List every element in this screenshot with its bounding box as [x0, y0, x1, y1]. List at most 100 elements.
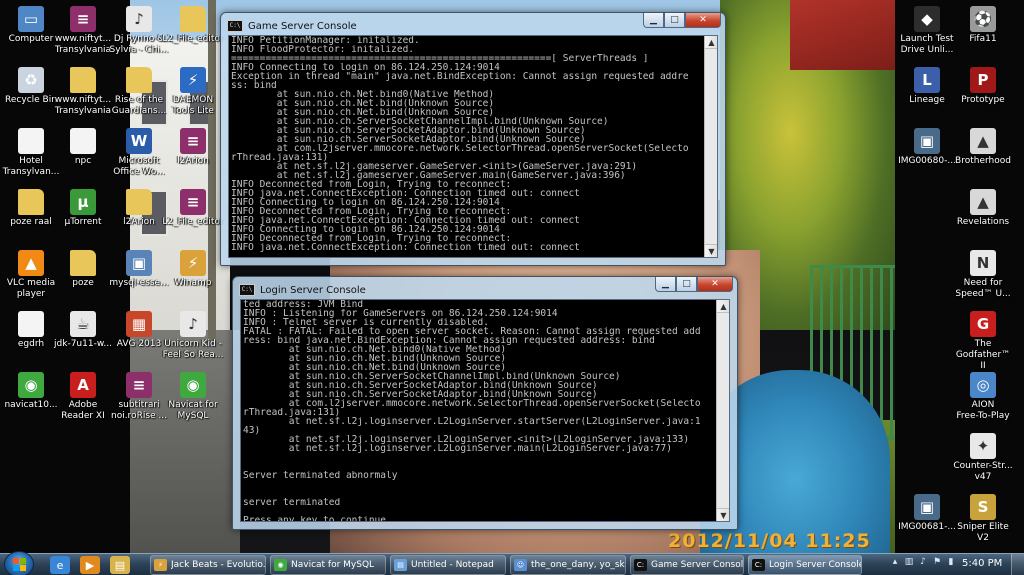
- navicat-icon: ◉: [274, 559, 287, 571]
- desktop-icon-label: Launch Test Drive Unli...: [900, 34, 954, 55]
- scroll-up-arrow-icon[interactable]: ▲: [717, 300, 729, 313]
- cmd-icon: C:: [634, 559, 647, 571]
- desktop-icon[interactable]: N Need for Speed™ U...: [952, 250, 1014, 300]
- desktop-icon[interactable]: ▲ Brotherhood: [952, 128, 1014, 167]
- desktop-icon[interactable]: ⚡ Winamp: [162, 250, 224, 289]
- shield-icon[interactable]: ⚑: [932, 557, 942, 571]
- desktop-icon[interactable]: ✦ Counter-Str... v47: [952, 433, 1014, 483]
- console-line: at net.sf.l2j.gameserver.GameServer.<ini…: [231, 162, 638, 171]
- desktop-icon[interactable]: ≡ L2_File_editor: [162, 189, 224, 228]
- desktop-icon[interactable]: A Adobe Reader XI: [52, 372, 114, 422]
- maximize-button[interactable]: □: [664, 13, 685, 28]
- console-line: INFO Connecting to login on 86.124.250.1…: [231, 225, 500, 234]
- windows-explorer-icon[interactable]: ▤: [110, 556, 130, 574]
- folder-icon: [70, 67, 96, 93]
- navicat-icon: ◉: [18, 372, 44, 398]
- desktop-icon[interactable]: ⚽ Fifa11: [952, 6, 1014, 45]
- assassins-creed-icon: ▲: [970, 189, 996, 215]
- taskbar-button[interactable]: C: Game Server Console: [630, 555, 744, 575]
- desktop-icon-label: www.niftyt... Transylvania: [54, 34, 112, 55]
- notepad-icon: ▤: [394, 559, 407, 571]
- close-button[interactable]: ✕: [697, 277, 733, 292]
- desktop-icon[interactable]: ♪ Unicorn Kid - Feel So Rea...: [162, 311, 224, 361]
- text-file-icon: [18, 128, 44, 154]
- taskbar-button-label: Game Server Console: [651, 560, 743, 570]
- desktop-icon[interactable]: ≡ subtitrari noi.roRise ...: [108, 372, 170, 422]
- power-icon[interactable]: ▮: [946, 557, 956, 571]
- taskbar-button[interactable]: ⚡ Jack Beats - Evolutio...: [150, 555, 266, 575]
- desktop-icon-label: L2_File_editor: [162, 34, 224, 44]
- volume-icon[interactable]: ▥: [904, 557, 914, 571]
- internet-explorer-icon[interactable]: e: [50, 556, 70, 574]
- cmd-icon: C:\: [227, 20, 243, 32]
- console-output[interactable]: ted address: JVM_Bind INFO : Listening fo…: [240, 299, 730, 522]
- desktop-icon[interactable]: Rise of the Guardians...: [108, 67, 170, 117]
- windows-media-player-icon[interactable]: ▶: [80, 556, 100, 574]
- taskbar-button[interactable]: C: Login Server Console: [748, 555, 862, 575]
- folder-icon: [126, 67, 152, 93]
- wallpaper-pole: [208, 0, 216, 340]
- desktop-icon[interactable]: ▣ mysql-esse...: [108, 250, 170, 289]
- adobe-reader-icon: A: [70, 372, 96, 398]
- taskbar-button[interactable]: ▤ Untitled - Notepad: [390, 555, 506, 575]
- scroll-down-arrow-icon[interactable]: ▼: [705, 244, 717, 257]
- game-server-console-window[interactable]: C:\ Game Server Console ▁ □ ✕ INFO Petit…: [220, 12, 726, 266]
- console-line: at sun.nio.ch.Net.bind0(Native Method): [231, 90, 495, 99]
- maximize-button[interactable]: □: [676, 277, 697, 292]
- desktop-icon[interactable]: ⚡ DAEMON Tools Lite: [162, 67, 224, 117]
- aion-icon: ◎: [970, 372, 996, 398]
- audio-file-icon: ♪: [126, 6, 152, 32]
- console-output[interactable]: INFO PetitionManager: initalized. INFO Fl…: [228, 35, 718, 258]
- desktop-icon[interactable]: ◉ Navicat for MySQL: [162, 372, 224, 422]
- desktop-icon[interactable]: npc: [52, 128, 114, 167]
- desktop-icon[interactable]: www.niftyt... Transylvania: [52, 67, 114, 117]
- console-line: at sun.nio.ch.ServerSocketChannelImpl.bi…: [243, 372, 621, 381]
- desktop-icon[interactable]: ≡ www.niftyt... Transylvania: [52, 6, 114, 56]
- desktop-icon[interactable]: L Lineage: [896, 67, 958, 106]
- minimize-button[interactable]: ▁: [643, 13, 664, 28]
- desktop-icon[interactable]: ♪ Dj Rynno & Sylvia - Chi...: [108, 6, 170, 56]
- desktop-icon[interactable]: ▦ AVG 2013: [108, 311, 170, 350]
- close-button[interactable]: ✕: [685, 13, 721, 28]
- vlc-icon: ▲: [18, 250, 44, 276]
- console-line: rThread.java:131): [231, 153, 329, 162]
- desktop-icon[interactable]: ◆ Launch Test Drive Unli...: [896, 6, 958, 56]
- desktop-icon[interactable]: ◎ AION Free-To-Play: [952, 372, 1014, 422]
- console-line: at sun.nio.ch.ServerSocketAdaptor.bind(U…: [231, 135, 586, 144]
- clock[interactable]: 5:40 PM: [962, 558, 1002, 569]
- desktop-icon-label: Counter-Str... v47: [953, 461, 1013, 482]
- login-server-console-window[interactable]: C:\ Login Server Console ▁ □ ✕ ted addre…: [232, 276, 738, 530]
- vertical-scrollbar[interactable]: ▲ ▼: [716, 300, 729, 521]
- taskbar-button[interactable]: ☺ the_one_dany, yo_sk...: [510, 555, 626, 575]
- desktop-icon[interactable]: S Sniper Elite V2: [952, 494, 1014, 544]
- taskbar-button[interactable]: ◉ Navicat for MySQL: [270, 555, 386, 575]
- desktop-icon[interactable]: ▲ Revelations: [952, 189, 1014, 228]
- desktop-icon[interactable]: µ µTorrent: [52, 189, 114, 228]
- scroll-up-arrow-icon[interactable]: ▲: [705, 36, 717, 49]
- desktop-icon[interactable]: W Microsoft Office Wo...: [108, 128, 170, 178]
- minimize-button[interactable]: ▁: [655, 277, 676, 292]
- desktop-icon[interactable]: l2Arion: [108, 189, 170, 228]
- desktop-icon[interactable]: P Prototype: [952, 67, 1014, 106]
- desktop-icon[interactable]: ☕ jdk-7u11-w...: [52, 311, 114, 350]
- desktop-icon[interactable]: ▣ IMG00680-...: [896, 128, 958, 167]
- desktop-icon[interactable]: L2_File_editor: [162, 6, 224, 45]
- vertical-scrollbar[interactable]: ▲ ▼: [704, 36, 717, 257]
- console-line: ========================================…: [231, 54, 649, 63]
- desktop-icon[interactable]: ▣ IMG00681-...: [896, 494, 958, 533]
- flag-icon[interactable]: ♪: [918, 557, 928, 571]
- console-line: Server terminated abnormaly: [243, 471, 398, 480]
- desktop-icon[interactable]: poze: [52, 250, 114, 289]
- window-title: Login Server Console: [260, 284, 366, 296]
- word-icon: W: [126, 128, 152, 154]
- show-desktop-button[interactable]: [1011, 554, 1024, 575]
- desktop-icon-label: µTorrent: [64, 217, 102, 227]
- network-icon[interactable]: ▴: [890, 557, 900, 571]
- scroll-down-arrow-icon[interactable]: ▼: [717, 508, 729, 521]
- desktop-icon[interactable]: ≡ l2Arion: [162, 128, 224, 167]
- console-line: ss: bind: [231, 81, 277, 90]
- taskbar-button-label: the_one_dany, yo_sk...: [531, 560, 625, 570]
- start-button[interactable]: [4, 551, 34, 575]
- desktop-icon[interactable]: G The Godfather™ II: [952, 311, 1014, 372]
